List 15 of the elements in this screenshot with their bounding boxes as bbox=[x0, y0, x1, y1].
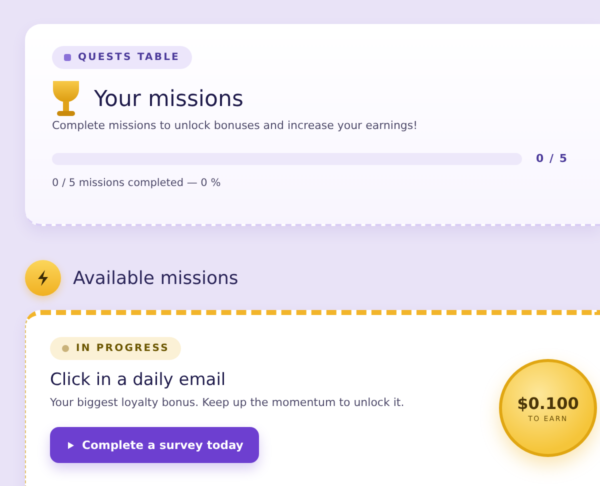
status-label: IN PROGRESS bbox=[76, 343, 170, 354]
progress-summary: 0 / 5 missions completed — 0 % bbox=[52, 177, 222, 189]
subtitle: Complete missions to unlock bonuses and increase your earnings! bbox=[52, 119, 419, 132]
badge-label: QUESTS TABLE bbox=[78, 52, 180, 63]
reward-amount: $0.100 bbox=[517, 394, 579, 412]
lightning-icon bbox=[25, 260, 61, 296]
progress-count: 0 / 5 bbox=[536, 152, 568, 165]
section-title: Available missions bbox=[73, 268, 238, 288]
mission-button[interactable]: Complete a survey today bbox=[50, 427, 260, 463]
page-title: Your missions bbox=[94, 86, 244, 112]
mission-description: Your biggest loyalty bonus. Keep up the momentum to unlock it. bbox=[50, 396, 404, 409]
dot-icon bbox=[62, 345, 69, 352]
mission-title: Click in a daily email bbox=[50, 370, 227, 390]
trophy-icon bbox=[52, 81, 80, 117]
play-icon bbox=[68, 442, 74, 448]
